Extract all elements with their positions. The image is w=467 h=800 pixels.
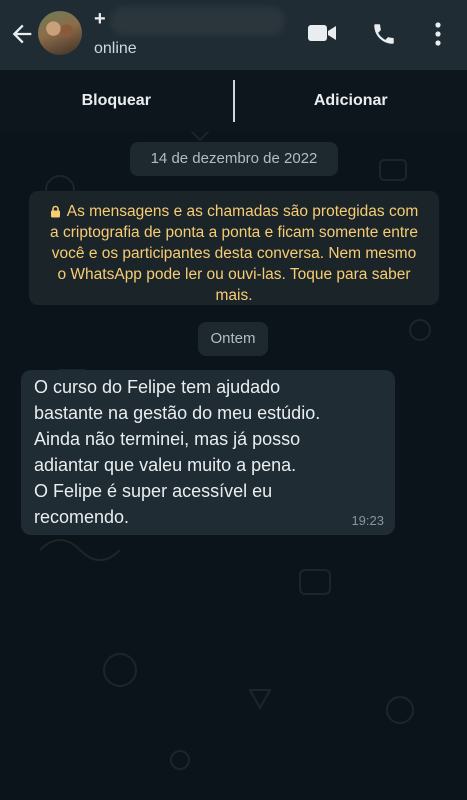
lock-icon bbox=[50, 205, 60, 218]
video-call-icon[interactable] bbox=[307, 21, 337, 45]
message-time: 19:23 bbox=[351, 513, 384, 528]
phone-icon[interactable] bbox=[371, 21, 397, 47]
block-button[interactable]: Bloquear bbox=[0, 70, 233, 132]
more-vertical-icon[interactable] bbox=[433, 21, 443, 47]
chat-header: + online bbox=[0, 0, 467, 70]
unknown-contact-actions: Bloquear Adicionar bbox=[0, 70, 467, 132]
add-contact-button[interactable]: Adicionar bbox=[235, 70, 467, 132]
incoming-message[interactable]: O curso do Felipe tem ajudado bastante n… bbox=[21, 370, 395, 535]
message-text: O curso do Felipe tem ajudado bastante n… bbox=[34, 377, 321, 527]
date-chip: 14 de dezembro de 2022 bbox=[130, 142, 338, 176]
back-arrow-icon[interactable] bbox=[8, 20, 36, 48]
encryption-notice[interactable]: As mensagens e as chamadas são protegida… bbox=[29, 191, 439, 305]
contact-name[interactable]: + bbox=[94, 8, 106, 31]
redacted-name bbox=[110, 6, 285, 36]
contact-status: online bbox=[94, 40, 137, 57]
contact-avatar[interactable] bbox=[38, 11, 82, 55]
encryption-notice-text: As mensagens e as chamadas são protegida… bbox=[50, 203, 419, 304]
day-chip: Ontem bbox=[198, 322, 268, 356]
